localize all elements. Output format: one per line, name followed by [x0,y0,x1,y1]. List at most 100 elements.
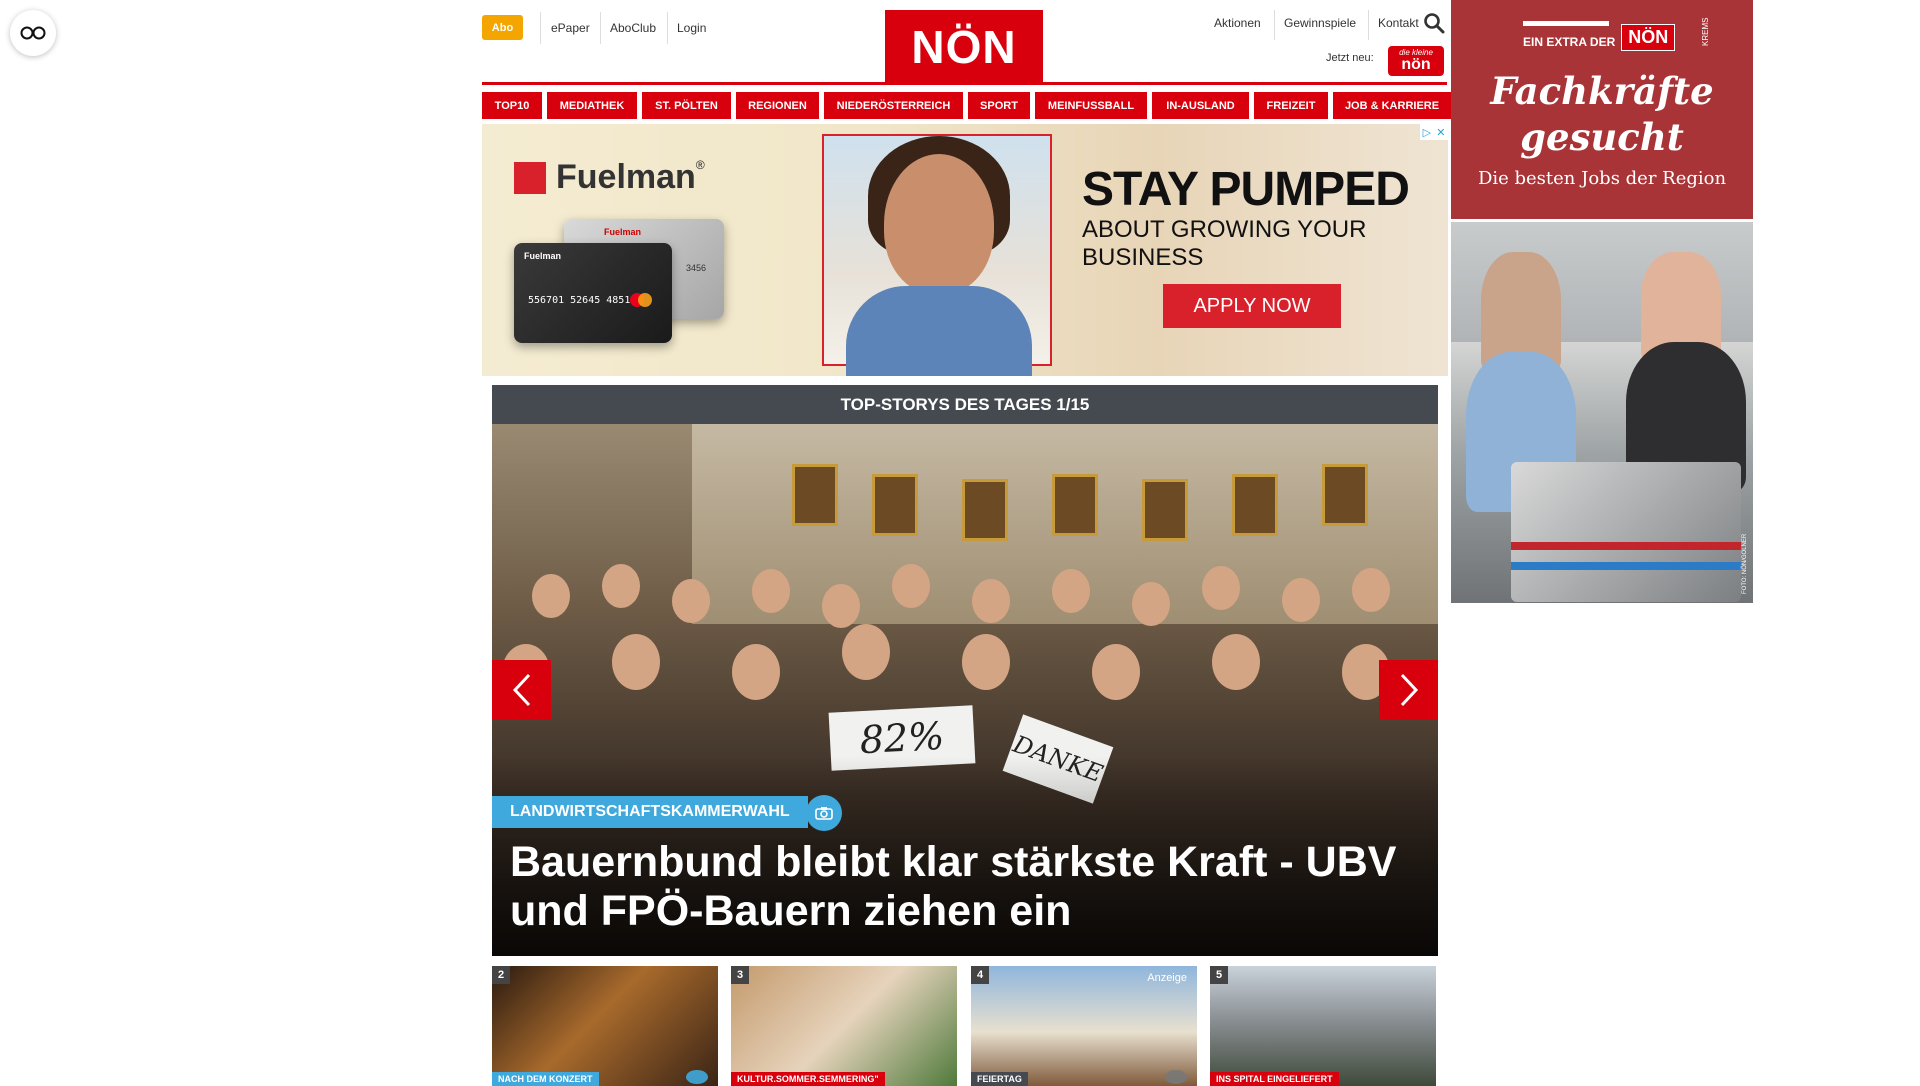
extra-text: EIN EXTRA DER [1523,34,1616,49]
story-number: 2 [492,966,510,984]
crowd [1212,634,1260,690]
fuelman-logo: Fuelman ® [514,158,705,197]
fachkraefte-ad[interactable]: EIN EXTRA DER NÖN KREMS Fachkräfte gesuc… [1451,0,1753,219]
story-tag: FEIERTAG [971,1072,1028,1086]
noen-logo[interactable]: NÖN [885,10,1043,83]
region-label: KREMS [1701,17,1710,46]
photo-credit: FOTO: NÖN/GOLNER [1742,533,1748,594]
ad-headline: STAY PUMPED [1082,163,1410,216]
nav-freizeit[interactable]: FREIZEIT [1254,92,1328,119]
noen-mini-logo: NÖN [1621,24,1676,51]
story-tag: NACH DEM KONZERT [492,1072,599,1086]
story-thumbnail[interactable]: 3 KULTUR.SOMMER.SEMMERING" [731,966,957,1086]
reader-mode-button[interactable] [10,10,56,56]
camera-glyph-icon [815,807,833,820]
fuelman-ad-banner[interactable]: Fuelman ® Fuelman 3456 Fuelman 556701 52… [482,124,1448,376]
crowd [842,624,890,680]
ad-subline: ABOUT GROWING YOUR BUSINESS [1082,216,1367,271]
image-detail [1232,474,1278,536]
fuelman-square-icon [514,161,546,194]
machine-image [1511,462,1741,602]
crowd [1132,582,1170,626]
nav-regionen[interactable]: REGIONEN [736,92,819,119]
nav-niederoesterreich[interactable]: NIEDERÖSTERREICH [824,92,963,119]
anzeige-label: Anzeige [1147,972,1187,984]
aktionen-link[interactable]: Aktionen [1204,12,1271,34]
image-detail [872,474,918,536]
fuel-card-number: 556701 52645 485145 [528,295,643,306]
camera-icon [686,1070,708,1084]
story-thumbnail[interactable]: 4 Anzeige FEIERTAG [971,966,1197,1086]
slider-header: TOP-STORYS DES TAGES 1/15 [492,385,1438,424]
machine-image [1511,542,1741,550]
camera-icon[interactable] [806,795,842,831]
story-tag: KULTUR.SOMMER.SEMMERING" [731,1072,885,1086]
ad-title-line: Fachkräfte [1490,69,1714,113]
fuel-card-label: Fuelman [524,251,562,261]
adchoices-icon[interactable]: ▷ ✕ [1420,124,1448,140]
machine-image [1511,562,1741,570]
nav-sport[interactable]: SPORT [968,92,1030,119]
slider-next-button[interactable] [1379,660,1438,719]
kleine-noen-label: nön [1401,56,1431,73]
mastercard-icon [638,293,652,307]
image-detail [1142,479,1188,541]
crowd [532,574,570,618]
apply-now-button[interactable]: APPLY NOW [1163,284,1341,328]
crowd [1282,578,1320,622]
story-thumbnail[interactable]: 5 INS SPITAL EINGELIEFERT [1210,966,1436,1086]
nav-top10[interactable]: TOP10 [482,92,542,119]
chevron-left-icon [512,673,530,706]
crowd [1052,569,1090,613]
extra-label: EIN EXTRA DER NÖN [1523,24,1676,51]
ad-subtitle: Die besten Jobs der Region [1477,168,1727,189]
die-kleine-noen-logo[interactable]: die kleine nön [1388,46,1444,76]
story-tag: INS SPITAL EINGELIEFERT [1210,1072,1339,1086]
crowd [752,569,790,613]
fuel-card-label: Fuelman [604,227,642,237]
crowd [732,644,780,700]
fuelman-brand: Fuelman [556,158,696,196]
kontakt-link[interactable]: Kontakt [1368,12,1429,34]
abo-button[interactable]: Abo [482,15,523,40]
crowd [1202,566,1240,610]
adchoices-triangle-icon: ▷ [1422,126,1432,139]
ad-close-icon[interactable]: ✕ [1436,126,1445,139]
ad-photo [822,134,1052,376]
nav-in-ausland[interactable]: IN-AUSLAND [1152,92,1249,119]
chevron-right-icon [1400,673,1418,706]
story-headline[interactable]: Bauernbund bleibt klar stärkste Kraft - … [510,838,1410,936]
story-number: 4 [971,966,989,984]
nav-job-karriere[interactable]: JOB & KARRIERE [1333,92,1451,119]
fachkraefte-ad-image[interactable]: FOTO: NÖN/GOLNER [1451,222,1753,603]
crowd [972,579,1010,623]
search-icon[interactable] [1423,12,1445,34]
jetzt-neu-label: Jetzt neu: [1326,52,1374,64]
category-nav: TOP10 MEDIATHEK ST. PÖLTEN REGIONEN NIED… [482,92,1451,119]
story-number: 3 [731,966,749,984]
gewinnspiele-link[interactable]: Gewinnspiele [1274,12,1366,34]
crowd [1092,644,1140,700]
crowd [612,634,660,690]
story-number: 5 [1210,966,1228,984]
person-image [846,286,1032,376]
crowd [962,634,1010,690]
header-red-line [482,82,1447,85]
image-detail [1052,474,1098,536]
epaper-link[interactable]: ePaper [541,16,600,40]
person-image [884,154,994,294]
image-detail [962,479,1008,541]
divider [540,12,541,44]
login-link[interactable]: Login [667,16,716,40]
nav-st-poelten[interactable]: ST. PÖLTEN [642,92,731,119]
fuel-card-small-number: 3456 [685,263,706,273]
aboclub-link[interactable]: AboClub [600,16,666,40]
story-thumbnail[interactable]: 2 NACH DEM KONZERT [492,966,718,1086]
crowd [672,579,710,623]
ad-title: Fachkräfte gesucht [1451,68,1753,160]
nav-meinfussball[interactable]: MEINFUSSBALL [1035,92,1147,119]
slider-prev-button[interactable] [492,660,551,719]
ad-title-line: gesucht [1520,115,1684,159]
story-category-badge[interactable]: LANDWIRTSCHAFTSKAMMERWAHL [492,796,808,828]
nav-mediathek[interactable]: MEDIATHEK [547,92,637,119]
